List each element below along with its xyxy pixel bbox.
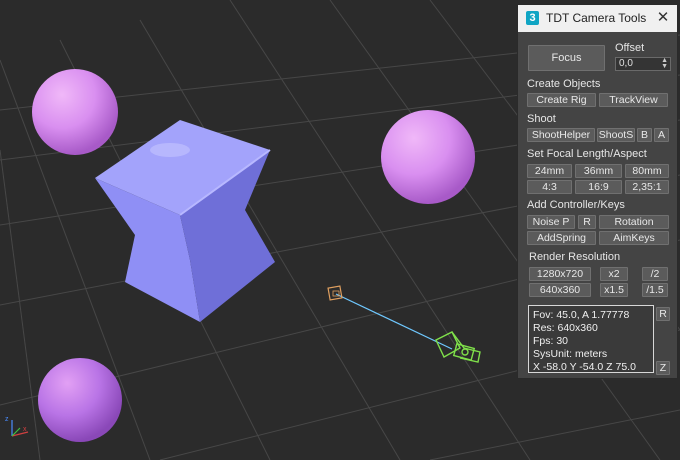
info-fov: Fov: 45.0, A 1.77778 (533, 309, 630, 321)
shoot-helper-button[interactable]: ShootHelper (527, 128, 595, 142)
create-rig-button[interactable]: Create Rig (527, 93, 596, 107)
noise-r-button[interactable]: R (578, 215, 596, 229)
rotation-button[interactable]: Rotation (599, 215, 669, 229)
sphere-bottom-left[interactable] (38, 358, 122, 442)
aspect-16-9-button[interactable]: 16:9 (575, 180, 622, 194)
res-x15-button[interactable]: x1.5 (600, 283, 628, 297)
focus-button[interactable]: Focus (528, 45, 605, 71)
info-z-button[interactable]: Z (656, 361, 670, 375)
panel-title: TDT Camera Tools (546, 11, 647, 25)
info-res: Res: 640x360 (533, 322, 598, 334)
camera-tools-panel: 3 TDT Camera Tools ✕ Focus Offset 0,0 ▲ ▼… (517, 4, 678, 379)
info-sysunit: SysUnit: meters (533, 348, 608, 360)
panel-titlebar[interactable]: 3 TDT Camera Tools ✕ (518, 5, 677, 32)
app-icon: 3 (526, 11, 539, 25)
svg-text:x: x (23, 426, 27, 433)
offset-value: 0,0 (619, 58, 633, 69)
trackview-button[interactable]: TrackView (599, 93, 668, 107)
controllers-label: Add Controller/Keys (527, 199, 625, 211)
sphere-right[interactable] (381, 110, 475, 204)
offset-spinner-input[interactable]: 0,0 ▲ ▼ (615, 57, 671, 71)
shoot-a-button[interactable]: A (654, 128, 669, 142)
focal-36mm-button[interactable]: 36mm (575, 164, 622, 178)
offset-label: Offset (615, 42, 645, 54)
render-resolution-label: Render Resolution (529, 251, 621, 263)
spinner-icon[interactable]: ▲ ▼ (661, 57, 668, 70)
shoot-label: Shoot (527, 113, 556, 125)
svg-text:z: z (5, 416, 9, 423)
noise-p-button[interactable]: Noise P (527, 215, 575, 229)
aspect-235-button[interactable]: 2,35:1 (625, 180, 669, 194)
res-div2-button[interactable]: /2 (642, 267, 668, 281)
camera-info-box: Fov: 45.0, A 1.77778 Res: 640x360 Fps: 3… (528, 305, 654, 373)
aspect-4-3-button[interactable]: 4:3 (527, 180, 572, 194)
res-div15-button[interactable]: /1.5 (642, 283, 668, 297)
info-r-button[interactable]: R (656, 307, 670, 321)
shoot-s-button[interactable]: ShootS (597, 128, 635, 142)
sphere-top-left[interactable] (32, 69, 118, 155)
res-x2-button[interactable]: x2 (600, 267, 628, 281)
create-objects-label: Create Objects (527, 78, 601, 90)
aim-keys-button[interactable]: AimKeys (599, 231, 669, 245)
res-1280-button[interactable]: 1280x720 (529, 267, 591, 281)
close-icon[interactable]: ✕ (654, 9, 672, 27)
info-position: X -58.0 Y -54.0 Z 75.0 (533, 361, 636, 373)
focal-24mm-button[interactable]: 24mm (527, 164, 572, 178)
focal-label: Set Focal Length/Aspect (527, 148, 647, 160)
res-640-button[interactable]: 640x360 (529, 283, 591, 297)
focal-80mm-button[interactable]: 80mm (625, 164, 669, 178)
add-spring-button[interactable]: AddSpring (527, 231, 596, 245)
shoot-b-button[interactable]: B (637, 128, 652, 142)
info-fps: Fps: 30 (533, 335, 569, 347)
